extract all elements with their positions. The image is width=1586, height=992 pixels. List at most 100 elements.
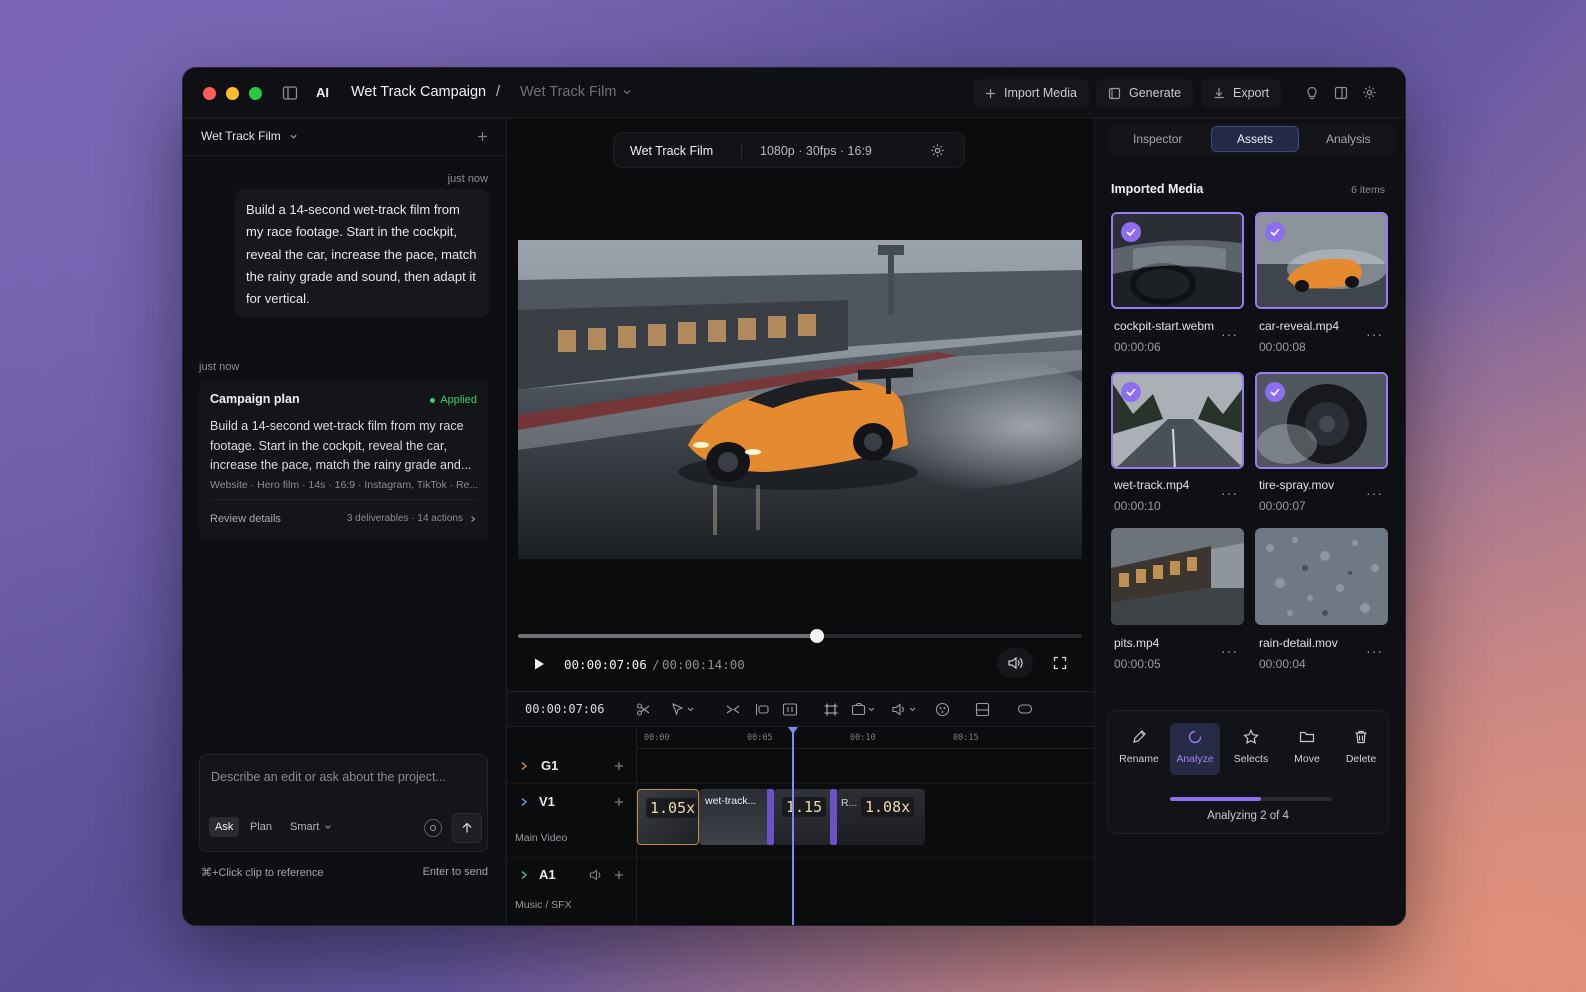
clip-wet-track-label: wet-track...: [705, 795, 757, 807]
model-selector[interactable]: Smart: [290, 821, 332, 833]
generate-button[interactable]: Generate: [1096, 79, 1194, 107]
timeline: 00:00 00:05 00:10 00:15 G1 V1 Main Video…: [507, 727, 1094, 925]
ruler-tick-0: 00:00: [644, 733, 670, 743]
breadcrumb-separator: /: [496, 84, 501, 100]
plan-meta: Website · Hero film · 14s · 16:9 · Insta…: [210, 479, 479, 491]
titlebar: AI Wet Track Campaign / Wet Track Film I…: [183, 68, 1405, 118]
chevron-down-icon: [324, 823, 332, 831]
audio-volume-icon[interactable]: [891, 702, 919, 717]
tab-assets[interactable]: Assets: [1211, 126, 1299, 152]
lightbulb-icon[interactable]: [1305, 86, 1319, 100]
chat-panel: Wet Track Film just now Build a 14-secon…: [183, 118, 507, 925]
asset-thumb-wet-track[interactable]: [1111, 372, 1244, 469]
ripple-trim-icon[interactable]: [725, 702, 741, 717]
expand-a1-chevron-icon[interactable]: [520, 870, 528, 880]
asset-more-tire-spray-icon[interactable]: ···: [1366, 485, 1383, 501]
new-chat-plus-icon[interactable]: [477, 131, 488, 142]
selects-button[interactable]: Selects: [1226, 723, 1276, 775]
layout-panel-icon[interactable]: [1334, 86, 1348, 100]
review-details-link[interactable]: Review details: [210, 513, 281, 525]
asset-more-wet-track-icon[interactable]: ···: [1221, 485, 1238, 501]
add-a1-plus-icon[interactable]: [614, 870, 624, 880]
asset-more-car-reveal-icon[interactable]: ···: [1366, 326, 1383, 342]
project-settings-gear-icon[interactable]: [930, 143, 945, 158]
play-icon[interactable]: [532, 657, 546, 671]
project-info-divider: [741, 143, 742, 159]
asset-thumb-cockpit[interactable]: [1111, 212, 1244, 309]
mode-plan-tab[interactable]: Plan: [250, 821, 272, 833]
close-window-button[interactable]: [203, 87, 216, 100]
star-icon: [1243, 729, 1259, 745]
project-title[interactable]: Wet Track Campaign: [351, 84, 486, 100]
timeline-ruler: 00:00 00:05 00:10 00:15: [637, 727, 1094, 749]
comment-icon[interactable]: [1017, 702, 1033, 717]
arrow-up-icon: [461, 822, 473, 834]
select-pointer-icon[interactable]: [671, 702, 695, 717]
minimize-window-button[interactable]: [226, 87, 239, 100]
record-button[interactable]: [424, 819, 442, 837]
film-breadcrumb[interactable]: Wet Track Film: [520, 84, 632, 100]
settings-gear-icon[interactable]: [1362, 85, 1377, 100]
tab-analysis[interactable]: Analysis: [1326, 132, 1371, 146]
expand-v1-chevron-icon[interactable]: [520, 797, 528, 807]
rename-button[interactable]: Rename: [1114, 723, 1164, 775]
snap-icon[interactable]: [823, 702, 839, 717]
analyze-spinner-icon: [1187, 729, 1203, 745]
transition-marker-1[interactable]: [767, 789, 774, 845]
asset-thumb-pits[interactable]: [1111, 528, 1244, 625]
clip-tire-spray[interactable]: 1.15: [774, 789, 832, 845]
mode-ask-tab[interactable]: Ask: [209, 817, 240, 837]
film-selector[interactable]: Wet Track Film: [201, 129, 298, 143]
zoom-window-button[interactable]: [249, 87, 262, 100]
trash-icon: [1353, 729, 1369, 745]
analyze-progress-fill: [1170, 797, 1261, 801]
analyze-button[interactable]: Analyze: [1170, 723, 1220, 775]
transition-marker-2[interactable]: [830, 789, 837, 845]
clip-rain-detail[interactable]: R... 1.08x: [837, 789, 925, 845]
timeline-playhead[interactable]: [788, 727, 799, 925]
plan-summary[interactable]: 3 deliverables · 14 actions: [347, 513, 477, 524]
asset-more-pits-icon[interactable]: ···: [1221, 643, 1238, 659]
scrubber-track[interactable]: [518, 629, 1082, 643]
asset-more-rain-detail-icon[interactable]: ···: [1366, 643, 1383, 659]
asset-thumb-car-reveal[interactable]: [1255, 212, 1388, 309]
race-car-frame-image: [518, 240, 1082, 559]
import-media-button[interactable]: Import Media: [973, 79, 1089, 107]
ai-label[interactable]: AI: [316, 85, 329, 100]
delete-button[interactable]: Delete: [1336, 723, 1386, 775]
project-info-title: Wet Track Film: [630, 144, 714, 158]
camera-icon[interactable]: [851, 702, 877, 717]
add-v1-plus-icon[interactable]: [614, 797, 624, 807]
pencil-icon: [1131, 729, 1147, 745]
status-dot-icon: [430, 397, 436, 403]
asset-name-wet-track: wet-track.mp4: [1114, 478, 1190, 492]
expand-g1-chevron-icon[interactable]: [520, 761, 528, 771]
asset-duration-cockpit: 00:00:06: [1114, 340, 1161, 354]
scissors-icon[interactable]: [636, 702, 651, 717]
asset-thumb-rain-detail[interactable]: [1255, 528, 1388, 625]
selected-check-icon: [1121, 382, 1141, 402]
asset-more-cockpit-icon[interactable]: ···: [1221, 326, 1238, 342]
volume-button[interactable]: [997, 648, 1033, 678]
campaign-plan-card[interactable]: Campaign plan Applied Build a 14-second …: [199, 381, 488, 539]
prompt-input[interactable]: Describe an edit or ask about the projec…: [211, 770, 446, 784]
color-grade-icon[interactable]: [935, 702, 950, 717]
trim-start-icon[interactable]: [754, 702, 770, 717]
send-button[interactable]: [452, 813, 482, 843]
fullscreen-icon[interactable]: [1053, 656, 1067, 670]
tab-inspector[interactable]: Inspector: [1133, 132, 1182, 146]
ruler-tick-15: 00:15: [953, 733, 979, 743]
video-preview[interactable]: [518, 240, 1082, 559]
add-g1-plus-icon[interactable]: [614, 761, 624, 771]
scrubber-handle[interactable]: [809, 629, 824, 643]
a1-speaker-icon[interactable]: [589, 869, 603, 881]
move-button[interactable]: Move: [1282, 723, 1332, 775]
export-button[interactable]: Export: [1201, 79, 1282, 107]
analyze-progress-label: Analyzing 2 of 4: [1207, 810, 1289, 822]
clip-wet-track[interactable]: wet-track...: [699, 789, 771, 845]
asset-thumb-tire-spray[interactable]: [1255, 372, 1388, 469]
crop-frame-icon[interactable]: [975, 702, 990, 717]
clip-cockpit[interactable]: 1.05x: [637, 789, 699, 845]
sidebar-toggle-icon[interactable]: [282, 85, 298, 101]
slip-icon[interactable]: [782, 702, 798, 717]
